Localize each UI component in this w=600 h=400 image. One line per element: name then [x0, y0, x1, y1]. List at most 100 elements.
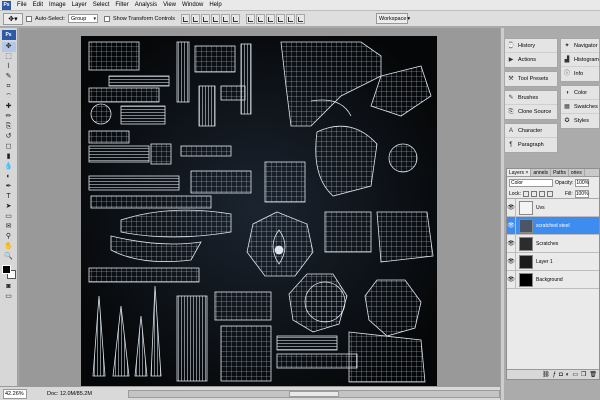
screen-mode-icon[interactable]: ▭ — [2, 292, 16, 302]
blend-mode-dropdown[interactable]: Color — [509, 179, 553, 187]
distribute-top-button[interactable] — [246, 13, 256, 24]
tool-preset-picker[interactable]: ✥▾ — [3, 12, 23, 25]
dodge-tool-icon[interactable]: ◐ — [2, 172, 16, 182]
clone-stamp-tool-icon[interactable]: ⎘ — [2, 122, 16, 132]
layer-row[interactable]: 👁 scratched steel — [507, 216, 599, 235]
lock-position-icon[interactable] — [538, 190, 545, 197]
zoom-level-input[interactable]: 42.26% — [3, 388, 27, 399]
crop-tool-icon[interactable]: ⌗ — [2, 82, 16, 92]
eraser-tool-icon[interactable]: ◻ — [2, 142, 16, 152]
distribute-left-button[interactable] — [276, 13, 286, 24]
blur-tool-icon[interactable]: 💧 — [2, 162, 16, 172]
align-hcenter-button[interactable] — [221, 13, 231, 24]
panel-button-character[interactable]: A Character — [505, 124, 557, 138]
layer-row[interactable]: 👁 Background — [507, 270, 599, 289]
visibility-eye-icon[interactable]: 👁 — [507, 198, 516, 217]
menu-image[interactable]: Image — [46, 0, 69, 11]
document-canvas[interactable] — [81, 36, 437, 386]
pen-tool-icon[interactable]: ✒ — [2, 182, 16, 192]
type-tool-icon[interactable]: T — [2, 192, 16, 202]
healing-tool-icon[interactable]: ✚ — [2, 102, 16, 112]
lasso-tool-icon[interactable]: ⌇ — [2, 62, 16, 72]
notes-tool-icon[interactable]: ✉ — [2, 222, 16, 232]
lock-transparency-icon[interactable] — [522, 190, 529, 197]
scrollbar-thumb[interactable] — [289, 391, 339, 397]
move-tool-icon[interactable]: ✥ — [1, 42, 16, 52]
visibility-eye-icon[interactable]: 👁 — [507, 270, 516, 289]
show-transform-checkbox[interactable] — [103, 15, 110, 22]
menu-edit[interactable]: Edit — [30, 0, 46, 11]
layer-mask-icon[interactable]: ◘ — [559, 372, 563, 378]
align-vcenter-button[interactable] — [191, 13, 201, 24]
eyedropper-tool-icon[interactable]: ⚲ — [2, 232, 16, 242]
layers-panel-tab[interactable]: annels — [531, 169, 552, 176]
foreground-color-swatch[interactable] — [1, 265, 11, 274]
panel-button-histogram[interactable]: ▟ Histogram — [561, 53, 599, 67]
menu-filter[interactable]: Filter — [112, 0, 131, 11]
new-group-icon[interactable]: ▭ — [572, 371, 578, 378]
history-brush-tool-icon[interactable]: ↺ — [2, 132, 16, 142]
fill-input[interactable]: 100% — [574, 189, 589, 198]
panel-button-tool-presets[interactable]: ⚒ Tool Presets — [505, 72, 557, 86]
layers-panel-tab[interactable]: Paths — [551, 169, 569, 176]
align-left-button[interactable] — [211, 13, 221, 24]
panel-button-navigator[interactable]: ✦ Navigator — [561, 39, 599, 53]
slice-tool-icon[interactable]: ⌔ — [2, 92, 16, 102]
distribute-vcenter-button[interactable] — [256, 13, 266, 24]
lock-image-icon[interactable] — [530, 190, 537, 197]
menu-layer[interactable]: Layer — [69, 0, 90, 11]
visibility-eye-icon[interactable]: 👁 — [507, 216, 516, 235]
layer-row[interactable]: 👁 Layer 1 — [507, 252, 599, 271]
zoom-tool-icon[interactable]: 🔍 — [2, 252, 16, 262]
opacity-input[interactable]: 100% — [575, 179, 590, 187]
layer-row[interactable]: 👁 Scratches — [507, 234, 599, 253]
adjustment-layer-icon[interactable]: ◐ — [566, 372, 570, 378]
panel-button-paragraph[interactable]: ¶ Paragraph — [505, 138, 557, 152]
layer-style-icon[interactable]: ƒ — [553, 372, 556, 378]
auto-select-checkbox[interactable] — [26, 15, 32, 22]
chevron-down-icon: ▾ — [407, 15, 411, 22]
menu-view[interactable]: View — [160, 0, 179, 11]
layer-row[interactable]: 👁 Uvs — [507, 198, 599, 217]
menu-analysis[interactable]: Analysis — [132, 0, 160, 11]
menu-help[interactable]: Help — [206, 0, 224, 11]
align-right-button[interactable] — [231, 13, 241, 24]
marquee-tool-icon[interactable]: ⬚ — [2, 52, 16, 62]
new-layer-icon[interactable]: ❐ — [581, 371, 586, 378]
workspace-button[interactable]: Workspace ▾ — [376, 13, 411, 24]
panel-button-swatches[interactable]: ▦ Swatches — [561, 100, 599, 114]
document-size-readout[interactable]: Doc: 12.0M/85.2M — [47, 391, 92, 397]
distribute-hcenter-button[interactable] — [286, 13, 296, 24]
panel-button-clone-source[interactable]: ⎘ Clone Source — [505, 105, 557, 119]
shape-tool-icon[interactable]: ▭ — [2, 212, 16, 222]
hand-tool-icon[interactable]: ✋ — [2, 242, 16, 252]
panel-button-history[interactable]: ⌚ History — [505, 39, 557, 53]
brush-tool-icon[interactable]: ✏ — [2, 112, 16, 122]
visibility-eye-icon[interactable]: 👁 — [507, 252, 516, 271]
layers-panel-tab[interactable]: Layers × — [507, 169, 532, 176]
quick-select-tool-icon[interactable]: ✎ — [2, 72, 16, 82]
distribute-right-button[interactable] — [296, 13, 306, 24]
visibility-eye-icon[interactable]: 👁 — [507, 234, 516, 253]
menu-select[interactable]: Select — [90, 0, 113, 11]
quick-mask-icon[interactable]: ◙ — [2, 282, 16, 292]
delete-layer-icon[interactable]: 🗑 — [589, 371, 597, 378]
align-bottom-button[interactable] — [201, 13, 211, 24]
lock-all-icon[interactable] — [546, 190, 553, 197]
auto-select-dropdown[interactable]: Group — [67, 14, 98, 23]
menu-file[interactable]: File — [14, 0, 30, 11]
panel-button-brushes[interactable]: ✎ Brushes — [505, 91, 557, 105]
layers-panel-tab[interactable]: ories — [569, 169, 585, 176]
path-select-tool-icon[interactable]: ➤ — [2, 202, 16, 212]
align-top-button[interactable] — [181, 13, 191, 24]
color-swatches[interactable] — [1, 265, 16, 279]
horizontal-scrollbar[interactable] — [128, 390, 500, 398]
distribute-bottom-button[interactable] — [266, 13, 276, 24]
panel-button-info[interactable]: ⓘ Info — [561, 67, 599, 81]
menu-window[interactable]: Window — [179, 0, 206, 11]
panel-button-actions[interactable]: ▶ Actions — [505, 53, 557, 67]
panel-button-styles[interactable]: ✪ Styles — [561, 114, 599, 128]
gradient-tool-icon[interactable]: ▮ — [2, 152, 16, 162]
link-layers-icon[interactable]: ⛓ — [542, 371, 550, 378]
panel-button-color[interactable]: ◑ Color — [561, 86, 599, 100]
